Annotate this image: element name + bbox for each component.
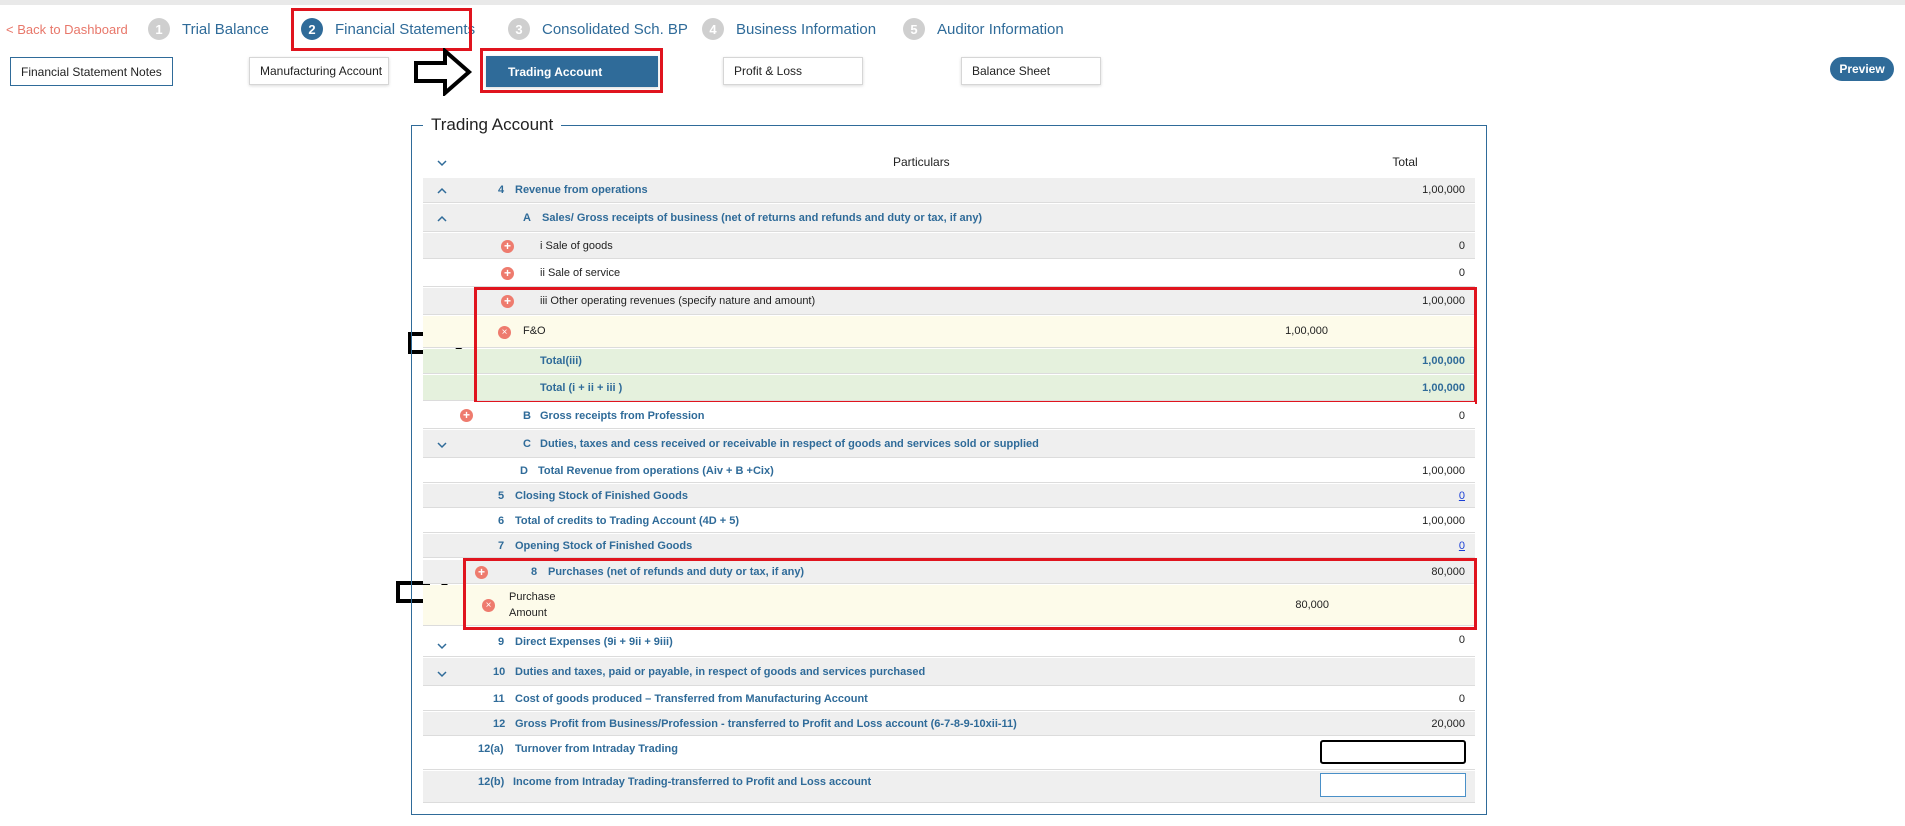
row-number: D xyxy=(520,465,528,477)
tab-manufacturing-account[interactable]: Manufacturing Account xyxy=(249,57,389,85)
step-number: 4 xyxy=(702,18,724,40)
row-label: Duties and taxes, paid or payable, in re… xyxy=(515,666,926,678)
row-number: 12(a) xyxy=(478,743,504,755)
row-label: Closing Stock of Finished Goods xyxy=(515,490,688,502)
step-auditor-information[interactable]: 5 Auditor Information xyxy=(903,17,1064,41)
add-icon[interactable]: + xyxy=(501,240,514,253)
column-header-total: Total xyxy=(1392,155,1418,169)
row-label: Gross Profit from Business/Profession - … xyxy=(515,718,1017,730)
highlight-box-trading-account xyxy=(480,48,663,93)
row-total: 0 xyxy=(1458,634,1465,646)
row-total: 1,00,000 xyxy=(1422,515,1465,527)
row-number: 5 xyxy=(498,490,505,502)
row-label: Opening Stock of Finished Goods xyxy=(515,540,693,552)
row-total: 0 xyxy=(1458,410,1465,422)
step-business-information[interactable]: 4 Business Information xyxy=(702,17,876,41)
table-row: 10 Duties and taxes, paid or payable, in… xyxy=(423,658,1475,686)
chevron-up-icon[interactable] xyxy=(437,186,447,196)
row-label: Income from Intraday Trading-transferred… xyxy=(513,776,872,788)
panel-title: Trading Account xyxy=(423,115,562,135)
row-number: 12 xyxy=(493,718,506,730)
highlight-box-financial-statements xyxy=(291,8,472,51)
row-total: 0 xyxy=(1458,240,1465,252)
row-label: Sales/ Gross receipts of business (net o… xyxy=(542,212,983,224)
table-header: Particulars Total xyxy=(423,152,1475,174)
row-total: 0 xyxy=(1458,693,1465,705)
step-trial-balance[interactable]: 1 Trial Balance xyxy=(148,17,269,41)
table-row: 5 Closing Stock of Finished Goods 0 xyxy=(423,484,1475,508)
table-row: 12 Gross Profit from Business/Profession… xyxy=(423,712,1475,736)
row-label: Gross receipts from Profession xyxy=(540,410,705,422)
row-label: Cost of goods produced – Transferred fro… xyxy=(515,693,868,705)
opening-stock-link[interactable]: 0 xyxy=(1459,540,1465,552)
chevron-down-icon[interactable] xyxy=(437,641,447,651)
row-number: C xyxy=(523,438,531,450)
tab-financial-statement-notes[interactable]: Financial Statement Notes xyxy=(10,57,173,86)
step-label: Consolidated Sch. BP xyxy=(542,20,688,38)
step-number: 1 xyxy=(148,18,170,40)
back-to-dashboard-link[interactable]: < Back to Dashboard xyxy=(6,22,128,37)
row-label: Turnover from Intraday Trading xyxy=(515,743,678,755)
table-row: A Sales/ Gross receipts of business (net… xyxy=(423,204,1475,232)
preview-button[interactable]: Preview xyxy=(1830,57,1894,81)
row-number: 7 xyxy=(498,540,505,552)
row-number: 12(b) xyxy=(478,776,505,788)
chevron-up-icon[interactable] xyxy=(437,214,447,224)
table-row: + ii Sale of service 0 xyxy=(423,260,1475,287)
row-total: 1,00,000 xyxy=(1422,465,1465,477)
table-row: 12(a) Turnover from Intraday Trading xyxy=(423,737,1475,770)
row-number: 10 xyxy=(493,666,506,678)
table-row: C Duties, taxes and cess received or rec… xyxy=(423,430,1475,458)
table-row: D Total Revenue from operations (Aiv + B… xyxy=(423,459,1475,483)
table-row: + B Gross receipts from Profession 0 xyxy=(423,402,1475,429)
row-total: 20,000 xyxy=(1431,718,1465,730)
table-row: 12(b) Income from Intraday Trading-trans… xyxy=(423,771,1475,803)
chevron-down-icon[interactable] xyxy=(437,158,447,168)
row-label: i Sale of goods xyxy=(540,240,613,252)
row-label: Total Revenue from operations (Aiv + B +… xyxy=(538,465,774,477)
step-consolidated-sch-bp[interactable]: 3 Consolidated Sch. BP xyxy=(508,17,688,41)
step-number: 5 xyxy=(903,18,925,40)
step-label: Trial Balance xyxy=(182,20,269,38)
row-label: Revenue from operations xyxy=(515,184,648,196)
add-icon[interactable]: + xyxy=(501,267,514,280)
arrow-right-icon xyxy=(414,48,473,96)
row-number: 6 xyxy=(498,515,505,527)
top-bar xyxy=(0,0,1905,5)
table-row: 6 Total of credits to Trading Account (4… xyxy=(423,509,1475,533)
row-label: Duties, taxes and cess received or recei… xyxy=(540,438,1039,450)
table-row: 7 Opening Stock of Finished Goods 0 xyxy=(423,534,1475,558)
step-label: Business Information xyxy=(736,20,877,38)
row-label: ii Sale of service xyxy=(540,267,621,279)
column-header-particulars: Particulars xyxy=(893,155,950,169)
row-number: B xyxy=(523,410,531,422)
row-total: 0 xyxy=(1458,267,1465,279)
highlight-box-other-revenues xyxy=(474,287,1477,404)
row-number: 4 xyxy=(498,184,505,196)
table-row: 4 Revenue from operations 1,00,000 xyxy=(423,178,1475,203)
row-total: 1,00,000 xyxy=(1422,184,1465,196)
tab-balance-sheet[interactable]: Balance Sheet xyxy=(961,57,1101,85)
closing-stock-link[interactable]: 0 xyxy=(1459,490,1465,502)
row-label: Direct Expenses (9i + 9ii + 9iii) xyxy=(515,636,673,648)
table-row: 9 Direct Expenses (9i + 9ii + 9iii) 0 xyxy=(423,631,1475,657)
step-label: Auditor Information xyxy=(937,20,1064,38)
chevron-down-icon[interactable] xyxy=(437,669,447,679)
table-row: + i Sale of goods 0 xyxy=(423,233,1475,259)
row-number: 9 xyxy=(498,636,505,648)
highlight-box-purchases xyxy=(463,558,1477,630)
row-number: 11 xyxy=(493,693,505,705)
step-number: 3 xyxy=(508,18,530,40)
row-label: Total of credits to Trading Account (4D … xyxy=(515,515,739,527)
chevron-down-icon[interactable] xyxy=(437,440,447,450)
intraday-turnover-input[interactable] xyxy=(1320,740,1466,764)
add-icon[interactable]: + xyxy=(460,409,473,422)
table-row: 11 Cost of goods produced – Transferred … xyxy=(423,687,1475,711)
tab-profit-loss[interactable]: Profit & Loss xyxy=(723,57,863,85)
intraday-income-input[interactable] xyxy=(1320,773,1466,797)
row-number: A xyxy=(523,212,531,224)
